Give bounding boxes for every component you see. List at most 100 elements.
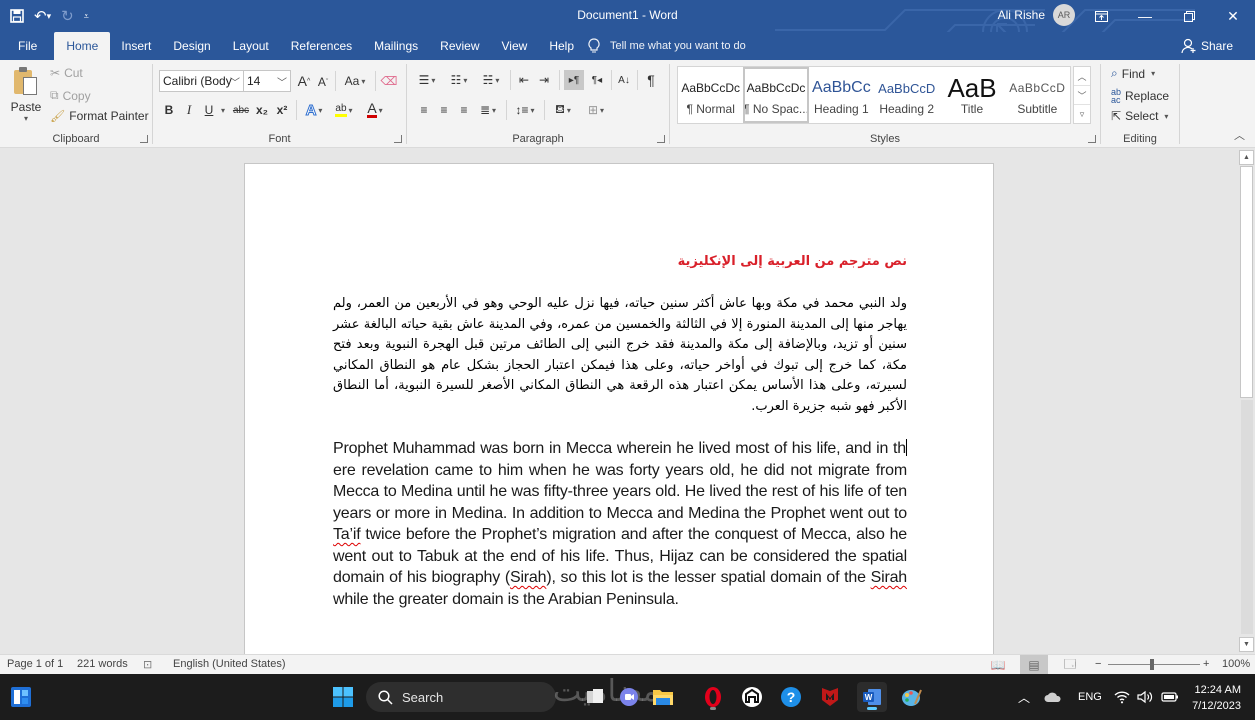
paint-app-button[interactable]	[897, 682, 927, 712]
copy-button[interactable]: ⧉ Copy	[50, 88, 91, 103]
customize-qat-icon[interactable]: ⩡	[84, 11, 89, 21]
tell-me-search[interactable]: Tell me what you want to do	[588, 32, 746, 60]
volume-tray-icon[interactable]	[1137, 674, 1155, 720]
tab-help[interactable]: Help	[538, 32, 585, 60]
multilevel-list-button[interactable]: ☵ ▾	[477, 70, 505, 90]
spelling-error-word[interactable]: Ta’if	[333, 526, 361, 543]
tab-layout[interactable]: Layout	[222, 32, 280, 60]
redo-icon[interactable]: ↻	[61, 9, 74, 24]
underline-button[interactable]: U	[201, 100, 217, 120]
tab-file[interactable]: File	[0, 32, 54, 60]
clipboard-dialog-launcher[interactable]	[140, 135, 148, 143]
web-layout-button[interactable]: 🗔	[1056, 655, 1084, 675]
superscript-button[interactable]: x²	[273, 100, 291, 120]
change-case-button[interactable]: Aa ▾	[340, 71, 370, 91]
bold-button[interactable]: B	[161, 100, 177, 120]
shrink-font-button[interactable]: Aˇ	[315, 72, 331, 92]
system-clock[interactable]: 12:24 AM 7/12/2023	[1192, 682, 1241, 714]
zoom-level[interactable]: 100%	[1222, 658, 1250, 670]
start-button[interactable]	[328, 682, 358, 712]
ribbon-display-options-button[interactable]	[1079, 0, 1123, 32]
tab-mailings[interactable]: Mailings	[363, 32, 429, 60]
zoom-in-button[interactable]: +	[1203, 658, 1209, 670]
justify-button[interactable]: ≣ ▾	[475, 100, 501, 120]
zoom-out-button[interactable]: −	[1095, 658, 1101, 670]
app-button-outline[interactable]	[737, 682, 767, 712]
clear-formatting-button[interactable]: ⌫	[380, 71, 398, 91]
tab-insert[interactable]: Insert	[110, 32, 162, 60]
font-color-button[interactable]: A ▾	[361, 100, 389, 120]
scroll-up-arrow-icon[interactable]: ▲	[1239, 150, 1254, 165]
font-size-combo[interactable]: 14 ﹀	[243, 70, 291, 92]
zoom-slider[interactable]	[1108, 664, 1200, 665]
document-page[interactable]: نص مترجم من العربية إلى الإنكليزية ولد ا…	[244, 163, 994, 654]
task-view-button[interactable]	[580, 682, 610, 712]
word-taskbar-button[interactable]: W	[857, 682, 887, 712]
font-name-combo[interactable]: Calibri (Body ﹀	[159, 70, 244, 92]
highlight-button[interactable]: ab ▾	[330, 100, 358, 120]
collapse-ribbon-icon[interactable]: ︿	[1234, 127, 1245, 143]
bullets-button[interactable]: ☰ ▾	[413, 70, 441, 90]
tab-review[interactable]: Review	[429, 32, 490, 60]
tab-design[interactable]: Design	[162, 32, 221, 60]
align-center-button[interactable]: ≡	[435, 100, 453, 120]
format-painter-button[interactable]: 🖌 Format Painter	[50, 109, 149, 123]
page-count[interactable]: Page 1 of 1	[7, 658, 63, 670]
close-button[interactable]: ✕	[1211, 0, 1255, 32]
spelling-error-word[interactable]: Sirah	[871, 569, 908, 586]
strikethrough-button[interactable]: abc	[230, 100, 252, 120]
zoom-slider-thumb[interactable]	[1150, 659, 1154, 670]
read-mode-button[interactable]: 📖	[984, 655, 1012, 675]
scrollbar-thumb[interactable]	[1240, 166, 1253, 398]
minimize-button[interactable]: —	[1123, 0, 1167, 32]
rtl-direction-button[interactable]: ¶◂	[587, 70, 607, 90]
print-layout-button[interactable]: ▤	[1020, 655, 1048, 675]
numbering-button[interactable]: ☷ ▾	[445, 70, 473, 90]
tab-view[interactable]: View	[491, 32, 539, 60]
restore-button[interactable]	[1167, 0, 1211, 32]
network-tray-icon[interactable]	[1114, 674, 1130, 720]
grow-font-button[interactable]: A ^	[295, 71, 313, 91]
shading-button[interactable]: ⛾ ▾	[549, 100, 577, 120]
share-button[interactable]: Share	[1181, 32, 1233, 60]
sort-button[interactable]: A↓	[615, 70, 633, 90]
chevron-down-icon[interactable]: ﹀	[277, 74, 287, 89]
spelling-error-word[interactable]: Sirah	[510, 569, 547, 586]
teams-chat-button[interactable]	[614, 682, 644, 712]
tab-references[interactable]: References	[280, 32, 363, 60]
language-indicator[interactable]: English (United States)	[173, 658, 286, 670]
show-hidden-icons-button[interactable]: ︿	[1018, 674, 1030, 720]
find-button[interactable]: ⌕ Find ▾	[1111, 66, 1155, 81]
word-count[interactable]: 221 words	[77, 658, 128, 670]
cut-button[interactable]: ✂ Cut	[50, 66, 83, 80]
save-icon[interactable]	[10, 9, 24, 23]
paste-button[interactable]: Paste ▾	[8, 66, 44, 126]
vertical-scrollbar[interactable]: ▲ ▼	[1238, 148, 1255, 654]
select-button[interactable]: ⇱ Select ▾	[1111, 109, 1168, 123]
replace-button[interactable]: ab ac Replace	[1111, 88, 1169, 105]
opera-browser-button[interactable]	[698, 682, 728, 712]
undo-icon[interactable]: ↶ ▾	[34, 9, 51, 24]
input-language-indicator[interactable]: ENG	[1078, 674, 1102, 720]
battery-tray-icon[interactable]	[1161, 674, 1179, 720]
tab-home[interactable]: Home	[54, 32, 111, 60]
decrease-indent-button[interactable]: ⇤	[515, 70, 533, 90]
paragraph-dialog-launcher[interactable]	[657, 135, 665, 143]
text-effects-button[interactable]: A ▾	[301, 100, 327, 120]
align-right-button[interactable]: ≡	[455, 100, 473, 120]
chevron-down-icon[interactable]: ﹀	[230, 74, 240, 89]
ltr-direction-button[interactable]: ▸¶	[564, 70, 584, 90]
proofing-icon[interactable]: ⊡	[143, 658, 152, 671]
line-spacing-button[interactable]: ↕≡ ▾	[511, 100, 539, 120]
get-help-button[interactable]: ?	[776, 682, 806, 712]
scrollbar-track[interactable]	[1241, 400, 1253, 634]
scroll-down-arrow-icon[interactable]: ▼	[1239, 637, 1254, 652]
undo-dropdown-icon[interactable]: ▾	[47, 11, 52, 21]
underline-dropdown[interactable]: ▾	[217, 100, 227, 120]
styles-dialog-launcher[interactable]	[1088, 135, 1096, 143]
align-left-button[interactable]: ≡	[415, 100, 433, 120]
show-formatting-button[interactable]: ¶	[642, 70, 660, 90]
avatar[interactable]: AR	[1053, 4, 1075, 26]
taskbar-search[interactable]: Search	[366, 682, 556, 712]
subscript-button[interactable]: x₂	[253, 100, 271, 120]
